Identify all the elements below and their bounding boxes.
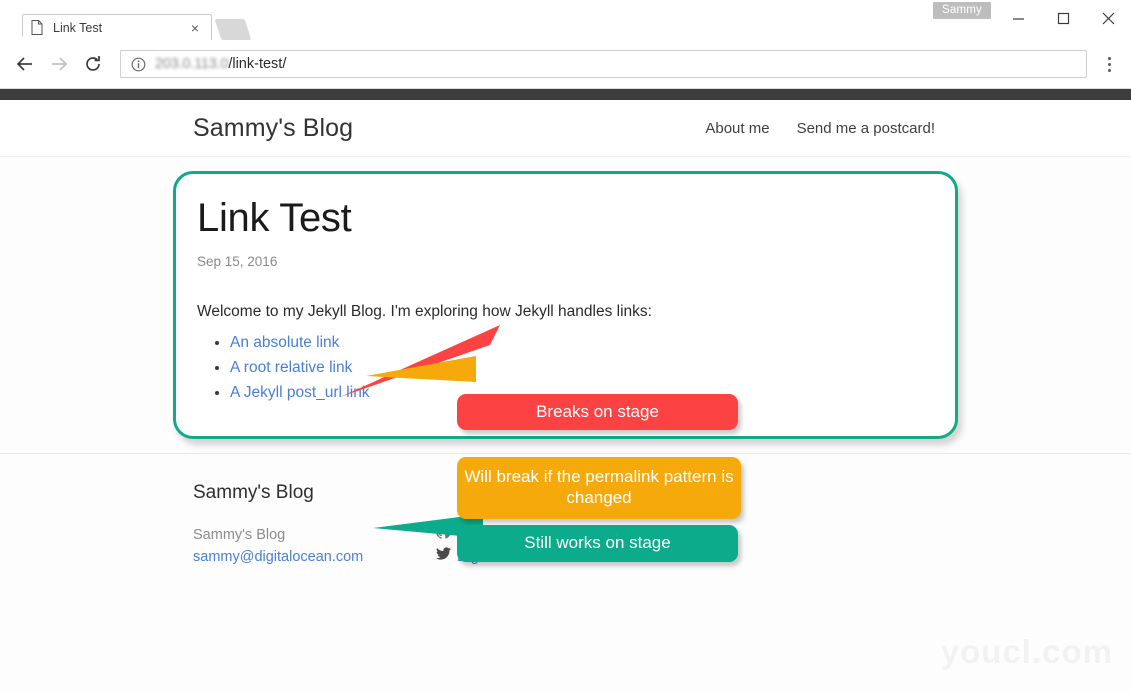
page-content: Sammy's Blog About me Send me a postcard… xyxy=(0,89,1131,692)
close-window-icon[interactable] xyxy=(1086,0,1131,36)
link-absolute[interactable]: An absolute link xyxy=(230,334,339,351)
annotation-will-break-permalink: Will break if the permalink pattern is c… xyxy=(457,457,741,519)
page-title: Link Test xyxy=(197,196,352,240)
address-bar[interactable]: 203.0.113.0/link-test/ xyxy=(120,50,1087,78)
tab-title: Link Test xyxy=(53,20,103,35)
post-date: Sep 15, 2016 xyxy=(197,254,278,269)
page-top-bar xyxy=(0,89,1131,100)
maximize-icon[interactable] xyxy=(1041,0,1086,36)
link-root-relative[interactable]: A root relative link xyxy=(230,359,352,376)
browser-menu-icon[interactable] xyxy=(1095,49,1123,79)
minimize-icon[interactable] xyxy=(996,0,1041,36)
site-header: Sammy's Blog About me Send me a postcard… xyxy=(0,100,1131,157)
back-icon[interactable] xyxy=(8,47,42,81)
post-intro: Welcome to my Jekyll Blog. I'm exploring… xyxy=(197,303,652,320)
forward-icon[interactable] xyxy=(42,47,76,81)
browser-toolbar: 203.0.113.0/link-test/ xyxy=(0,40,1131,88)
annotation-still-works: Still works on stage xyxy=(457,525,738,562)
site-nav: About me Send me a postcard! xyxy=(705,120,935,137)
nav-link-about-me[interactable]: About me xyxy=(705,120,769,137)
site-info-icon[interactable] xyxy=(131,57,146,72)
site-title: Sammy's Blog xyxy=(193,113,354,142)
content-area: Link Test Sep 15, 2016 Welcome to my Jek… xyxy=(0,157,1131,562)
watermark: youcl.com xyxy=(940,633,1113,670)
post-link-list: An absolute link A root relative link A … xyxy=(197,334,955,402)
browser-tab[interactable]: Link Test × xyxy=(22,14,212,40)
close-tab-icon[interactable]: × xyxy=(187,20,203,36)
browser-window: Link Test × Sammy 203.0.113.0 /link-test… xyxy=(0,0,1131,692)
annotation-tail-amber xyxy=(366,352,486,392)
window-controls xyxy=(996,0,1131,36)
annotation-breaks-on-stage: Breaks on stage xyxy=(457,394,738,430)
nav-link-send-postcard[interactable]: Send me a postcard! xyxy=(797,120,935,137)
url-host: 203.0.113.0 xyxy=(155,56,229,72)
reload-icon[interactable] xyxy=(76,47,110,81)
page-icon xyxy=(31,19,45,36)
user-profile-badge[interactable]: Sammy xyxy=(933,2,991,19)
footer-email-link[interactable]: sammy@digitalocean.com xyxy=(193,549,363,565)
tab-strip: Link Test × Sammy xyxy=(0,0,1131,40)
list-item: A root relative link xyxy=(230,359,955,377)
list-item: An absolute link xyxy=(230,334,955,352)
new-tab-button[interactable] xyxy=(214,19,252,40)
url-path: /link-test/ xyxy=(228,56,287,72)
